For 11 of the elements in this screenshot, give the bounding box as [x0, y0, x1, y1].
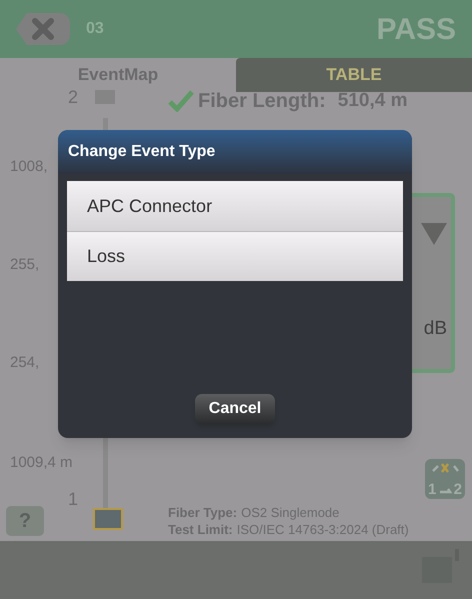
tester-icon [93, 508, 123, 530]
option-item[interactable]: Loss [67, 231, 403, 281]
dialog-title: Change Event Type [68, 142, 216, 162]
swap-arrows-icon [430, 462, 460, 496]
help-button[interactable]: ? [6, 506, 44, 536]
close-icon [30, 16, 56, 42]
tab[interactable]: TABLE [236, 58, 472, 92]
cancel-button[interactable]: Cancel [195, 394, 275, 424]
close-button[interactable] [16, 13, 70, 45]
option-item[interactable]: APC Connector [67, 181, 403, 231]
unit-label: dB [424, 317, 447, 341]
